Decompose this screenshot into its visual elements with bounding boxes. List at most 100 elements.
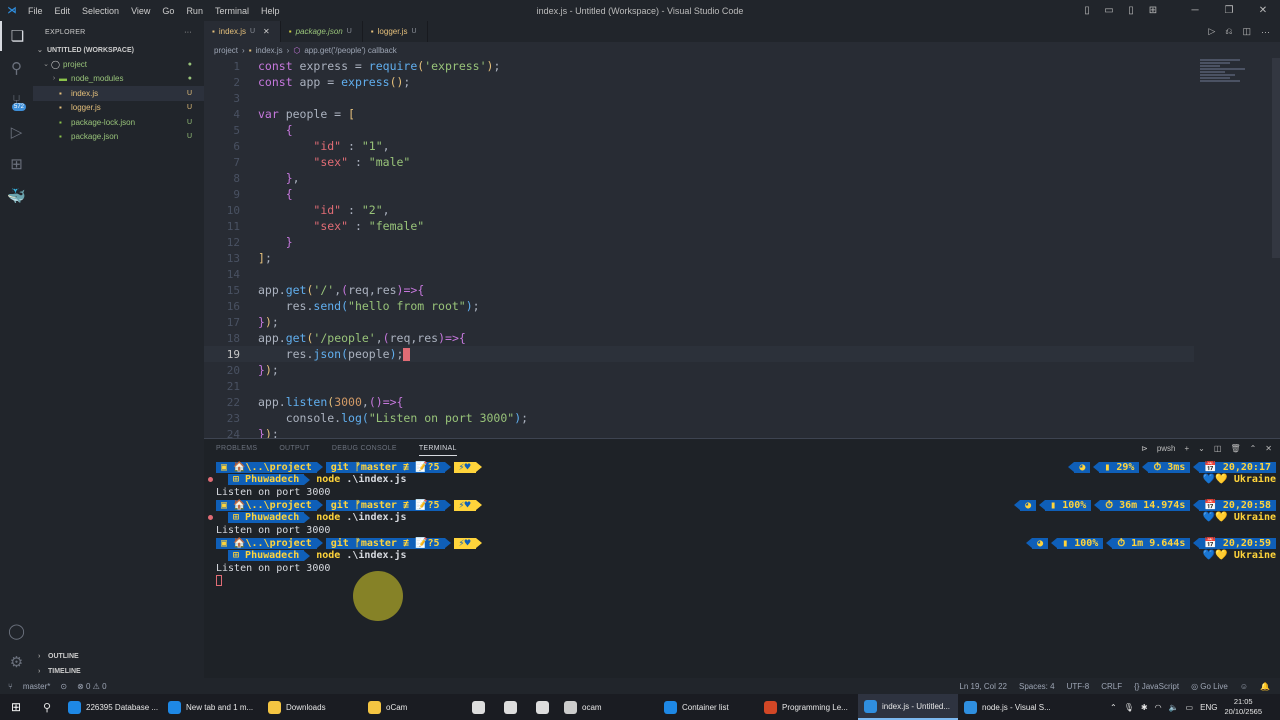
minimize-icon[interactable]: ─ xyxy=(1178,5,1212,16)
tree-item-project[interactable]: ⌄ ◯ project ● xyxy=(33,57,204,72)
code-line[interactable]: 3 xyxy=(204,90,1194,106)
more-actions-icon[interactable]: ··· xyxy=(1261,27,1270,37)
code-line[interactable]: 12 } xyxy=(204,234,1194,250)
tree-item-logger-js[interactable]: ▪ logger.js U xyxy=(33,101,204,116)
toggle-sidebar-icon[interactable]: ▯ xyxy=(1076,5,1098,16)
close-window-icon[interactable]: ✕ xyxy=(1246,5,1280,16)
toggle-panel-icon[interactable]: ▭ xyxy=(1098,5,1120,16)
split-editor-icon[interactable]: ◫ xyxy=(1242,26,1251,37)
trash-icon[interactable]: 🗑 xyxy=(1230,444,1240,453)
close-panel-icon[interactable]: ✕ xyxy=(1265,444,1272,453)
source-control-icon[interactable]: ⑂ 572 xyxy=(0,85,33,115)
breadcrumb-project[interactable]: project xyxy=(214,46,238,55)
feedback-icon[interactable]: ☺ xyxy=(1240,682,1248,691)
cursor-position[interactable]: Ln 19, Col 22 xyxy=(959,682,1007,691)
customize-layout-icon[interactable]: ⊞ xyxy=(1142,5,1164,16)
code-line[interactable]: 23 console.log("Listen on port 3000"); xyxy=(204,410,1194,426)
taskbar-app[interactable]: ocam xyxy=(558,694,658,720)
compare-icon[interactable]: ⎌ xyxy=(1225,26,1232,37)
language-indicator[interactable]: ENG xyxy=(1200,703,1217,712)
tree-item-package-lock-json[interactable]: ▪ package-lock.json U xyxy=(33,115,204,130)
go-live-button[interactable]: ◎ Go Live xyxy=(1191,682,1228,691)
tree-item-index-js[interactable]: ▪ index.js U xyxy=(33,86,204,101)
code-line[interactable]: 15 app.get('/',(req,res)=>{ xyxy=(204,282,1194,298)
code-line[interactable]: 22 app.listen(3000,()=>{ xyxy=(204,394,1194,410)
git-branch-status[interactable]: master* xyxy=(23,682,51,691)
menu-go[interactable]: Go xyxy=(158,6,182,16)
code-line[interactable]: 2 const app = express(); xyxy=(204,74,1194,90)
chevron-up-icon[interactable]: ⌃ xyxy=(1110,703,1117,712)
maximize-panel-icon[interactable]: ⌃ xyxy=(1250,444,1257,453)
docker-icon[interactable]: 🐳 xyxy=(0,181,33,211)
code-line[interactable]: 4 var people = [ xyxy=(204,106,1194,122)
search-icon[interactable]: ⚲ xyxy=(0,53,33,83)
code-line[interactable]: 9 { xyxy=(204,186,1194,202)
taskbar-app[interactable]: Programming Le... xyxy=(758,694,858,720)
run-debug-icon[interactable]: ▷ xyxy=(0,117,33,147)
problems-status[interactable]: ⊗ 0 ⚠ 0 xyxy=(77,682,106,691)
outline-section[interactable]: › OUTLINE xyxy=(33,649,204,663)
code-line[interactable]: 6 "id" : "1", xyxy=(204,138,1194,154)
code-line[interactable]: 11 "sex" : "female" xyxy=(204,218,1194,234)
menu-selection[interactable]: Selection xyxy=(78,6,127,16)
tab-output[interactable]: OUTPUT xyxy=(279,445,310,452)
workspace-section[interactable]: ⌄ UNTITLED (WORKSPACE) xyxy=(33,43,204,57)
tree-item-package-json[interactable]: ▪ package.json U xyxy=(33,130,204,145)
editor-scrollbar[interactable] xyxy=(1272,58,1280,258)
extensions-icon[interactable]: ⊞ xyxy=(0,149,33,179)
menu-file[interactable]: File xyxy=(24,6,51,16)
code-line[interactable]: 20}); xyxy=(204,362,1194,378)
language-mode[interactable]: {} JavaScript xyxy=(1134,682,1179,691)
code-editor[interactable]: 1 const express = require('express'); 2 con… xyxy=(204,58,1280,441)
timeline-section[interactable]: › TIMELINE xyxy=(33,664,204,678)
code-line[interactable]: 18 app.get('/people',(req,res)=>{ xyxy=(204,330,1194,346)
taskbar-app[interactable]: node.js - Visual S... xyxy=(958,694,1058,720)
taskbar-app[interactable]: Downloads xyxy=(262,694,362,720)
volume-icon[interactable]: 🔈 xyxy=(1169,703,1179,712)
windows-start-icon[interactable]: ⊞ xyxy=(0,700,32,714)
code-line[interactable]: 19 res.json(people); xyxy=(204,346,1194,362)
more-actions-icon[interactable]: ··· xyxy=(184,29,192,36)
account-icon[interactable]: ◯ xyxy=(0,616,33,646)
tree-item-node-modules[interactable]: › ▬ node_modules ● xyxy=(33,72,204,87)
code-line[interactable]: 10 "id" : "2", xyxy=(204,202,1194,218)
minimap[interactable] xyxy=(1200,58,1270,98)
code-line[interactable]: 7 "sex" : "male" xyxy=(204,154,1194,170)
breadcrumb-file[interactable]: index.js xyxy=(256,46,283,55)
microphone-icon[interactable]: 🎙 xyxy=(1124,703,1134,712)
menu-edit[interactable]: Edit xyxy=(51,6,79,16)
taskbar-app[interactable]: New tab and 1 m... xyxy=(162,694,262,720)
code-line[interactable]: 16 res.send("hello from root"); xyxy=(204,298,1194,314)
chevron-down-icon[interactable]: ⌄ xyxy=(1198,444,1205,453)
settings-gear-icon[interactable]: ⚙ xyxy=(0,647,33,677)
eol-status[interactable]: CRLF xyxy=(1101,682,1122,691)
tab-logger-js[interactable]: ▪ logger.js U xyxy=(363,21,428,42)
wifi-icon[interactable]: ◠ xyxy=(1155,703,1162,712)
split-terminal-icon[interactable]: ◫ xyxy=(1214,444,1222,453)
taskbar-app[interactable]: index.js - Untitled... xyxy=(858,694,958,720)
tab-terminal[interactable]: TERMINAL xyxy=(418,445,457,456)
restore-icon[interactable]: ❐ xyxy=(1212,5,1246,16)
new-terminal-icon[interactable]: + xyxy=(1185,444,1190,453)
menu-terminal[interactable]: Terminal xyxy=(211,6,257,16)
code-line[interactable]: 21 xyxy=(204,378,1194,394)
tab-debug-console[interactable]: DEBUG CONSOLE xyxy=(332,445,397,452)
taskbar-app[interactable]: 226395 Database ... xyxy=(62,694,162,720)
code-line[interactable]: 13]; xyxy=(204,250,1194,266)
menu-help[interactable]: Help xyxy=(257,6,288,16)
tab-problems[interactable]: PROBLEMS xyxy=(216,445,257,452)
close-tab-icon[interactable]: ✕ xyxy=(263,27,270,36)
encoding-status[interactable]: UTF-8 xyxy=(1067,682,1090,691)
menu-view[interactable]: View xyxy=(127,6,158,16)
terminal-shell-label[interactable]: pwsh xyxy=(1157,444,1176,453)
toggle-secondary-sidebar-icon[interactable]: ▯ xyxy=(1120,5,1142,16)
clock-app-icon[interactable] xyxy=(526,694,558,720)
calculator-icon[interactable] xyxy=(494,694,526,720)
taskbar-app[interactable]: Container list xyxy=(658,694,758,720)
tab-index-js[interactable]: ▪ index.js U ✕ xyxy=(204,21,281,42)
run-icon[interactable]: ▷ xyxy=(1208,26,1215,37)
menu-run[interactable]: Run xyxy=(182,6,211,16)
notifications-icon[interactable]: 🔔 xyxy=(1260,682,1270,691)
code-line[interactable]: 14 xyxy=(204,266,1194,282)
sync-icon[interactable]: ⊙ xyxy=(60,682,67,691)
